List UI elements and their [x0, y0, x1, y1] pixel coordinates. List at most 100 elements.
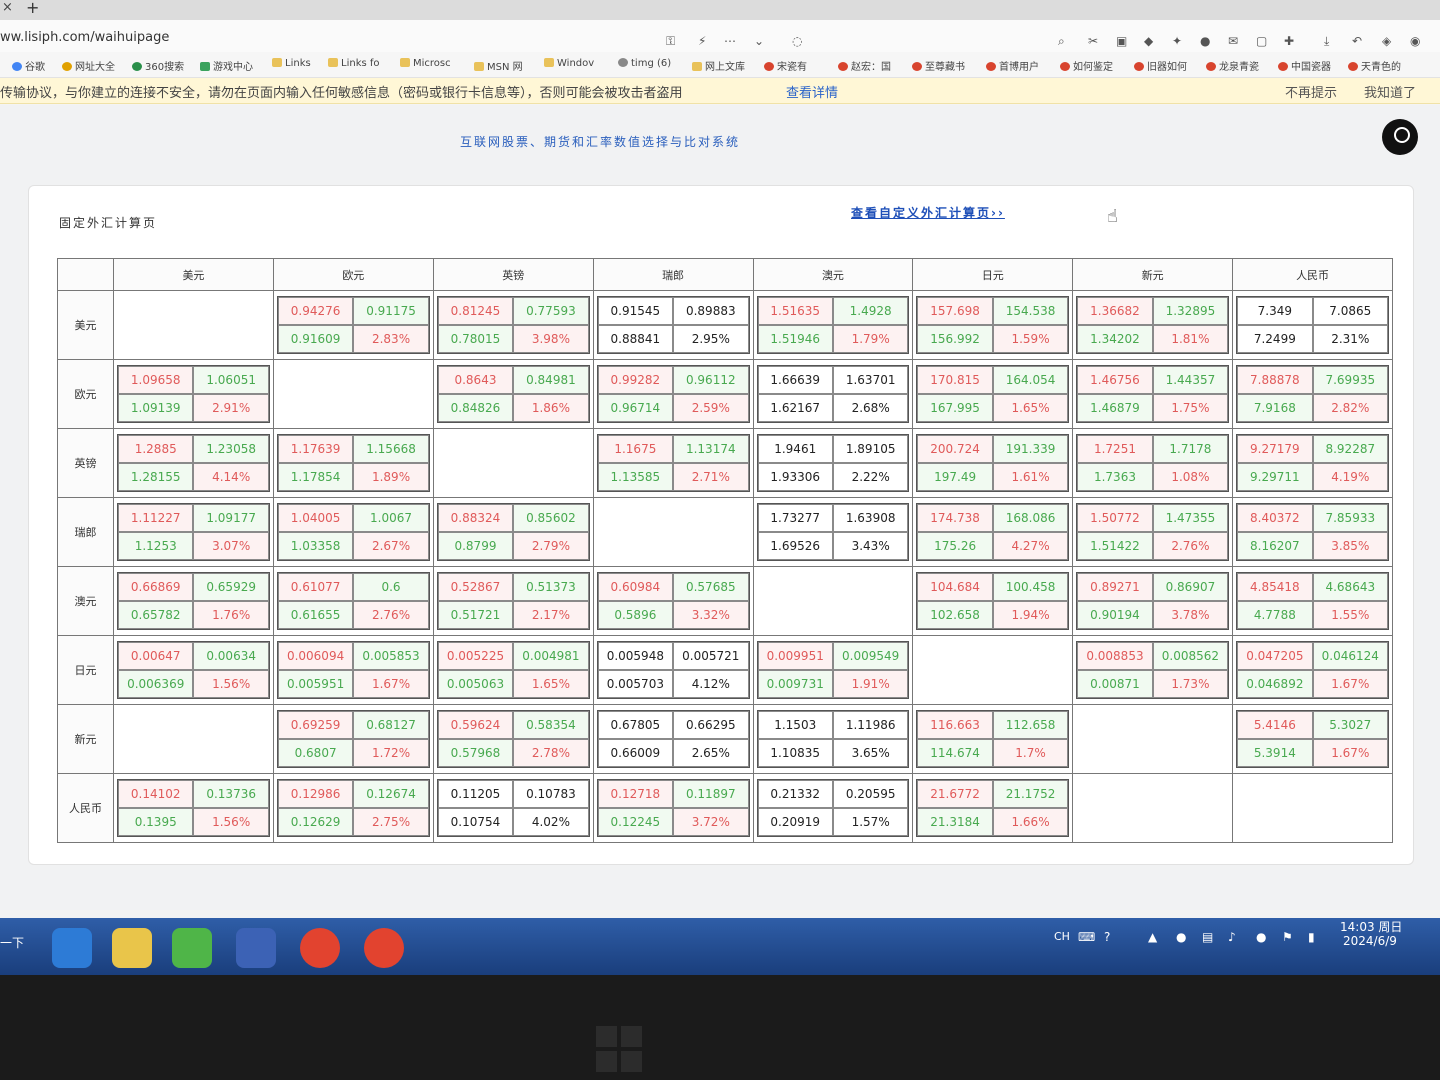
custom-fx-link[interactable]: 查看自定义外汇计算页›› [851, 204, 1005, 221]
flag-icon[interactable]: ⚑ [1282, 930, 1293, 944]
puzzle-icon[interactable]: ✚ [1284, 34, 1294, 48]
keyboard-icon[interactable]: ⌨ [1078, 930, 1095, 944]
flash-icon[interactable] [236, 928, 276, 968]
rate-quad[interactable]: 0.69259 0.68127 0.6807 1.72% [276, 710, 430, 768]
rate-quad[interactable]: 1.73277 1.63908 1.69526 3.43% [756, 503, 910, 561]
rate-quad[interactable]: 21.6772 21.1752 21.3184 1.66% [916, 779, 1070, 837]
search-icon[interactable]: ⌕ [1058, 34, 1065, 49]
rate-quad[interactable]: 0.005948 0.005721 0.005703 4.12% [596, 641, 750, 699]
rate-quad[interactable]: 0.14102 0.13736 0.1395 1.56% [117, 779, 270, 837]
rate-quad[interactable]: 1.17639 1.15668 1.17854 1.89% [276, 434, 430, 492]
engine-icon[interactable]: ◌ [792, 34, 802, 48]
clock-time[interactable]: 14:03 周日 [1340, 918, 1402, 935]
chrome-icon[interactable] [364, 928, 404, 968]
rate-quad[interactable]: 0.67805 0.66295 0.66009 2.65% [596, 710, 750, 768]
rate-quad[interactable]: 104.684 100.458 102.658 1.94% [916, 572, 1070, 630]
clock-date[interactable]: 2024/6/9 [1343, 934, 1397, 948]
scissors-icon[interactable]: ✂ [1088, 34, 1098, 48]
bookmark-folder[interactable]: MSN 网 [474, 58, 523, 73]
network-icon[interactable]: ▤ [1202, 930, 1213, 944]
explorer-icon[interactable] [112, 928, 152, 968]
rate-quad[interactable]: 0.008853 0.008562 0.00871 1.73% [1076, 641, 1230, 699]
bookmark-folder[interactable]: 网上文库 [692, 58, 745, 73]
tray-expand-icon[interactable]: ▲ [1148, 930, 1157, 944]
new-tab-icon[interactable]: + [26, 0, 39, 17]
rate-quad[interactable]: 0.8643 0.84981 0.84826 1.86% [436, 365, 590, 423]
bookmark-item[interactable]: 如何鉴定 [1060, 58, 1113, 73]
rate-quad[interactable]: 1.1675 1.13174 1.13585 2.71% [596, 434, 750, 492]
rate-quad[interactable]: 7.349 7.0865 7.2499 2.31% [1236, 296, 1389, 354]
rate-quad[interactable]: 1.50772 1.47355 1.51422 2.76% [1076, 503, 1230, 561]
weibo-icon[interactable]: ● [1200, 34, 1210, 48]
extension-icon[interactable]: ▣ [1116, 34, 1127, 48]
rate-quad[interactable]: 1.11227 1.09177 1.1253 3.07% [117, 503, 270, 561]
security-icon[interactable]: ● [1256, 930, 1266, 944]
bookmark-item[interactable]: 龙泉青瓷 [1206, 58, 1259, 73]
rate-quad[interactable]: 8.40372 7.85933 8.16207 3.85% [1236, 503, 1389, 561]
chrome-icon[interactable] [300, 928, 340, 968]
window-icon[interactable]: ▢ [1256, 34, 1267, 48]
dont-show-again-button[interactable]: 不再提示 [1285, 82, 1337, 101]
rate-quad[interactable]: 0.59624 0.58354 0.57968 2.78% [436, 710, 590, 768]
got-it-button[interactable]: 我知道了 [1364, 82, 1416, 101]
rate-quad[interactable]: 1.7251 1.7178 1.7363 1.08% [1076, 434, 1230, 492]
rate-quad[interactable]: 0.52867 0.51373 0.51721 2.17% [436, 572, 590, 630]
rate-quad[interactable]: 0.89271 0.86907 0.90194 3.78% [1076, 572, 1230, 630]
app-tray-icon[interactable]: ● [1176, 930, 1186, 944]
rate-quad[interactable]: 0.009951 0.009549 0.009731 1.91% [756, 641, 910, 699]
bookmark-folder[interactable]: Windov [544, 58, 594, 69]
rate-quad[interactable]: 0.11205 0.10783 0.10754 4.02% [436, 779, 590, 837]
bookmark-item[interactable]: 赵宏：国 [838, 58, 891, 73]
rate-quad[interactable]: 170.815 164.054 167.995 1.65% [916, 365, 1070, 423]
browser-e-icon[interactable] [172, 928, 212, 968]
rate-quad[interactable]: 1.04005 1.0067 1.03358 2.67% [276, 503, 430, 561]
bookmark-item[interactable]: 天青色的 [1348, 58, 1401, 73]
bookmark-item[interactable]: 360搜索 [132, 58, 184, 73]
rate-quad[interactable]: 1.09658 1.06051 1.09139 2.91% [117, 365, 270, 423]
bookmark-folder[interactable]: Microsc [400, 58, 451, 69]
url-field[interactable]: ww.lisiph.com/waihuipage [0, 30, 169, 45]
volume-icon[interactable]: ♪ [1228, 930, 1236, 944]
rate-quad[interactable]: 0.12718 0.11897 0.12245 3.72% [596, 779, 750, 837]
bookmark-item[interactable]: 游戏中心 [200, 58, 253, 73]
start-button[interactable]: 一下 [0, 934, 24, 951]
rate-quad[interactable]: 0.00647 0.00634 0.006369 1.56% [117, 641, 270, 699]
rate-quad[interactable]: 0.21332 0.20595 0.20919 1.57% [756, 779, 910, 837]
mail-icon[interactable]: ✉ [1228, 34, 1238, 48]
rate-quad[interactable]: 0.12986 0.12674 0.12629 2.75% [276, 779, 430, 837]
ie-icon[interactable] [52, 928, 92, 968]
rate-quad[interactable]: 1.36682 1.32895 1.34202 1.81% [1076, 296, 1230, 354]
rate-quad[interactable]: 0.81245 0.77593 0.78015 3.98% [436, 296, 590, 354]
ai-assistant-icon[interactable]: ◈ [1382, 34, 1391, 48]
bookmark-item[interactable]: 至尊藏书 [912, 58, 965, 73]
ai-icon[interactable]: ✦ [1172, 34, 1182, 48]
bookmark-item[interactable]: timg (6) [618, 58, 671, 69]
browser-logo-icon[interactable]: ◉ [1410, 34, 1420, 48]
chevron-down-icon[interactable]: ⌄ [754, 34, 764, 48]
lightning-icon[interactable]: ⚡ [698, 34, 706, 48]
rate-quad[interactable]: 7.88878 7.69935 7.9168 2.82% [1236, 365, 1389, 423]
rate-quad[interactable]: 0.006094 0.005853 0.005951 1.67% [276, 641, 430, 699]
download-icon[interactable]: ⤓ [1324, 34, 1329, 49]
rate-quad[interactable]: 0.88324 0.85602 0.8799 2.79% [436, 503, 590, 561]
bookmark-folder[interactable]: Links [272, 58, 311, 69]
rate-quad[interactable]: 0.60984 0.57685 0.5896 3.32% [596, 572, 750, 630]
bookmark-item[interactable]: 中国瓷器 [1278, 58, 1331, 73]
bookmark-item[interactable]: 首博用户 [986, 58, 1039, 73]
rate-quad[interactable]: 0.005225 0.004981 0.005063 1.65% [436, 641, 590, 699]
rate-quad[interactable]: 0.91545 0.89883 0.88841 2.95% [596, 296, 750, 354]
bookmark-item[interactable]: 宋瓷有 [764, 58, 807, 73]
rate-quad[interactable]: 157.698 154.538 156.992 1.59% [916, 296, 1070, 354]
rate-quad[interactable]: 1.46756 1.44357 1.46879 1.75% [1076, 365, 1230, 423]
warning-details-link[interactable]: 查看详情 [786, 82, 838, 101]
bookmark-item[interactable]: 网址大全 [62, 58, 115, 73]
rate-quad[interactable]: 5.4146 5.3027 5.3914 1.67% [1236, 710, 1389, 768]
bookmark-item[interactable]: 旧器如何 [1134, 58, 1187, 73]
rate-quad[interactable]: 0.66869 0.65929 0.65782 1.76% [117, 572, 270, 630]
bookmark-folder[interactable]: Links fo [328, 58, 380, 69]
rate-quad[interactable]: 174.738 168.086 175.26 4.27% [916, 503, 1070, 561]
bookmark-item[interactable]: 谷歌 [12, 58, 45, 73]
input-language[interactable]: CH [1054, 930, 1070, 943]
rate-quad[interactable]: 1.1503 1.11986 1.10835 3.65% [756, 710, 910, 768]
game-icon[interactable]: ◆ [1144, 34, 1153, 48]
